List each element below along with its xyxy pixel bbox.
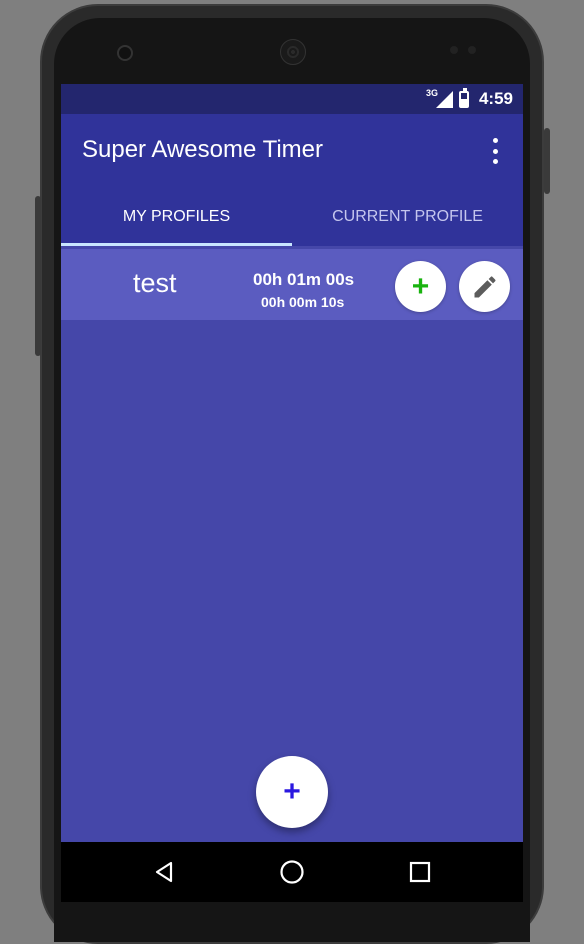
status-bar: 3G 4:59 [61, 84, 523, 114]
app-bar: Super Awesome Timer MY PROFILES CURRENT … [61, 114, 523, 246]
add-to-profile-button[interactable]: + [395, 261, 446, 312]
back-button[interactable] [147, 855, 181, 889]
earpiece-speaker [280, 39, 306, 65]
profile-list-item[interactable]: test 00h 01m 00s 00h 00m 10s + [61, 249, 523, 320]
tab-my-profiles[interactable]: MY PROFILES [61, 198, 292, 246]
app-title: Super Awesome Timer [82, 136, 323, 163]
profile-total-time: 00h 01m 00s [253, 270, 355, 289]
phone-power-button [544, 128, 550, 194]
profile-interval-time: 00h 00m 10s [261, 294, 345, 310]
back-icon [155, 861, 173, 883]
status-clock: 4:59 [478, 89, 513, 108]
screen: 3G 4:59 Super Awesome Timer MY PROFILES … [61, 84, 523, 902]
system-navigation-bar [61, 842, 523, 902]
recents-button[interactable] [403, 855, 437, 889]
home-button[interactable] [275, 855, 309, 889]
signal-icon [435, 90, 453, 108]
status-icons: 3G 4:59 [418, 84, 513, 114]
home-icon [280, 860, 304, 884]
tab-label: MY PROFILES [122, 208, 231, 225]
light-sensor [468, 46, 476, 54]
edit-profile-button[interactable] [459, 261, 510, 312]
tab-label: CURRENT PROFILE [332, 208, 483, 225]
phone-side-button [35, 196, 41, 356]
add-icon: + [411, 269, 430, 303]
tab-selected-indicator [61, 243, 292, 246]
battery-charging-icon [458, 87, 469, 108]
add-profile-fab[interactable]: + [256, 756, 328, 828]
add-icon: + [283, 775, 301, 808]
edit-pencil-icon [474, 275, 496, 297]
tab-current-profile[interactable]: CURRENT PROFILE [292, 198, 523, 246]
front-camera [117, 45, 133, 61]
network-type: 3G [425, 88, 438, 98]
more-vert-icon[interactable] [487, 138, 503, 164]
recents-icon [409, 861, 431, 883]
proximity-sensor [450, 46, 458, 54]
profile-name: test [133, 268, 177, 298]
